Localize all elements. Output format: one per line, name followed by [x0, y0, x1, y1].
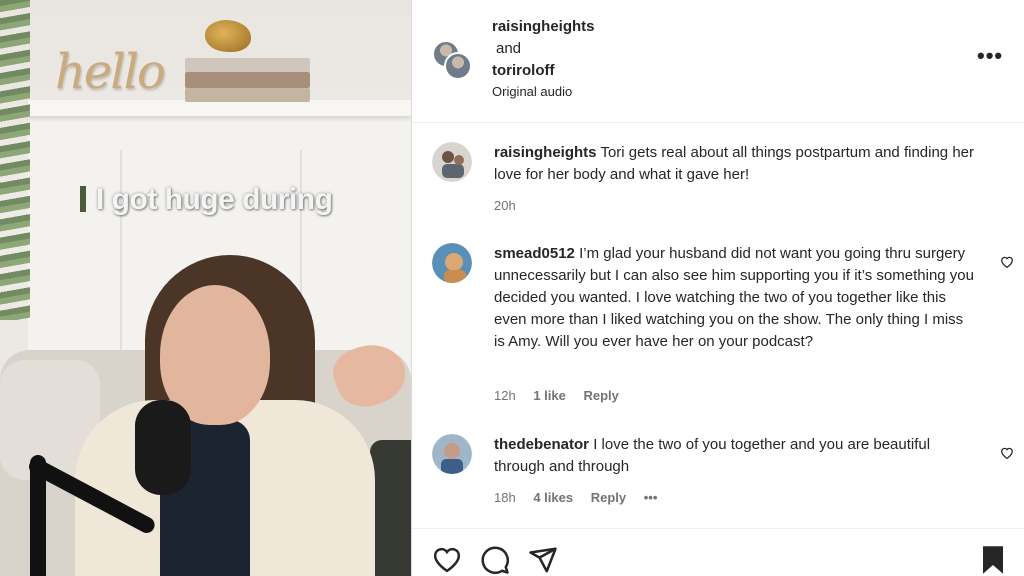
reel-video[interactable]: hello I got huge during	[0, 0, 411, 576]
comment-meta: 12h 1 like Reply	[494, 388, 633, 403]
caption-text: I got huge during	[96, 183, 333, 216]
bookmark-icon[interactable]	[980, 545, 1012, 576]
avatar[interactable]	[432, 243, 472, 283]
avatar-image	[432, 243, 472, 283]
collab-names: raisingheights and toriroloff	[492, 16, 595, 82]
like-heart-icon[interactable]	[1000, 446, 1014, 462]
share-icon[interactable]	[528, 545, 560, 576]
comment-time: 20h	[494, 198, 516, 213]
avatar[interactable]	[444, 52, 472, 80]
comment-username[interactable]: raisingheights	[494, 144, 597, 161]
username-link[interactable]: toriroloff	[492, 62, 554, 79]
avatar-image	[432, 434, 472, 474]
comment-username[interactable]: smead0512	[494, 245, 575, 262]
collab-avatars[interactable]	[432, 40, 476, 84]
hello-sign: hello	[55, 44, 166, 100]
book	[185, 58, 310, 72]
like-heart-icon[interactable]	[1000, 255, 1014, 271]
caption-bar	[80, 186, 86, 212]
reply-button[interactable]: Reply	[591, 490, 626, 505]
comment-time: 18h	[494, 490, 516, 505]
book	[185, 72, 310, 88]
comment-text: raisingheights Tori gets real about all …	[494, 142, 974, 186]
video-caption: I got huge during	[80, 183, 333, 217]
microphone	[135, 400, 191, 495]
comment-more-button[interactable]: •••	[644, 490, 658, 505]
sofa-cushion	[370, 440, 411, 576]
plant	[0, 0, 30, 320]
comment-text: thedebenator I love the two of you toget…	[494, 434, 974, 478]
comment-meta: 20h	[494, 198, 530, 213]
avatar[interactable]	[432, 142, 472, 182]
heart-icon[interactable]	[432, 545, 464, 576]
comment-username[interactable]: thedebenator	[494, 436, 589, 453]
bird-figurine	[205, 20, 251, 52]
and-text: and	[496, 40, 522, 57]
more-options-icon[interactable]: •••	[977, 43, 1003, 69]
comment-time: 12h	[494, 388, 516, 403]
post-header: raisingheights and toriroloff Original a…	[412, 0, 1024, 123]
reply-button[interactable]: Reply	[583, 388, 618, 403]
comment-icon[interactable]	[480, 545, 512, 576]
comment-meta: 18h 4 likes Reply •••	[494, 490, 671, 505]
shelf	[28, 100, 411, 116]
book	[185, 88, 310, 102]
likes-count[interactable]: 4 likes	[533, 490, 573, 505]
audio-link[interactable]: Original audio	[492, 84, 572, 99]
likes-count[interactable]: 1 like	[533, 388, 566, 403]
username-link[interactable]: raisingheights	[492, 18, 595, 35]
action-bar	[412, 528, 1024, 576]
post-sidebar: raisingheights and toriroloff Original a…	[411, 0, 1024, 576]
avatar-image	[432, 142, 472, 182]
comment-text: smead0512 I’m glad your husband did not …	[494, 243, 974, 353]
avatar[interactable]	[432, 434, 472, 474]
